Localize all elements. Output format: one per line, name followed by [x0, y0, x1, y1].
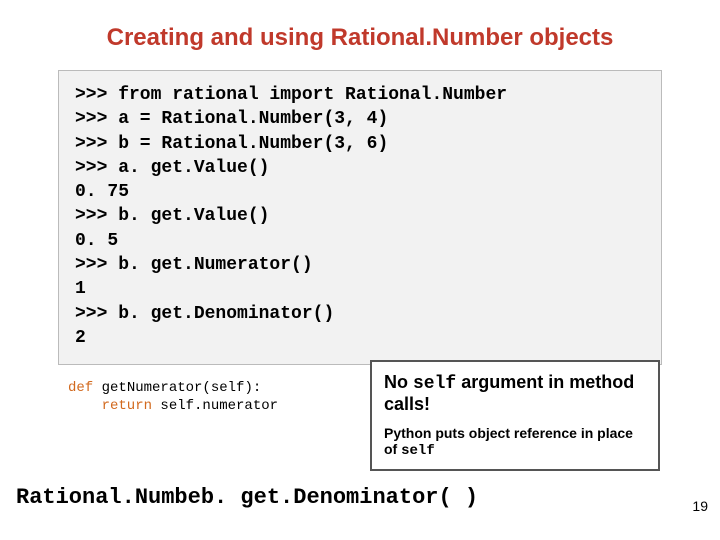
callout-box: No self argument in method calls! Python… [370, 360, 660, 471]
callout-line-2: Python puts object reference in place of… [384, 425, 646, 459]
page-number: 19 [692, 498, 708, 514]
callout-2-code: self [401, 443, 435, 459]
slide: Creating and using Rational.Number objec… [0, 0, 720, 540]
def-return: self.numerator [152, 398, 278, 414]
def-keyword-2: return [68, 398, 152, 414]
def-keyword-1: def [68, 380, 93, 396]
code-example: >>> from rational import Rational.Number… [58, 70, 662, 365]
slide-title: Creating and using Rational.Number objec… [50, 24, 670, 52]
def-name: getNumerator(self): [93, 380, 261, 396]
callout-1-code: self [413, 374, 456, 394]
bottom-expression: Rational.Numbeb. get.Denominator( ) [16, 485, 478, 510]
callout-line-1: No self argument in method calls! [384, 372, 646, 415]
callout-1-pre: No [384, 372, 413, 392]
